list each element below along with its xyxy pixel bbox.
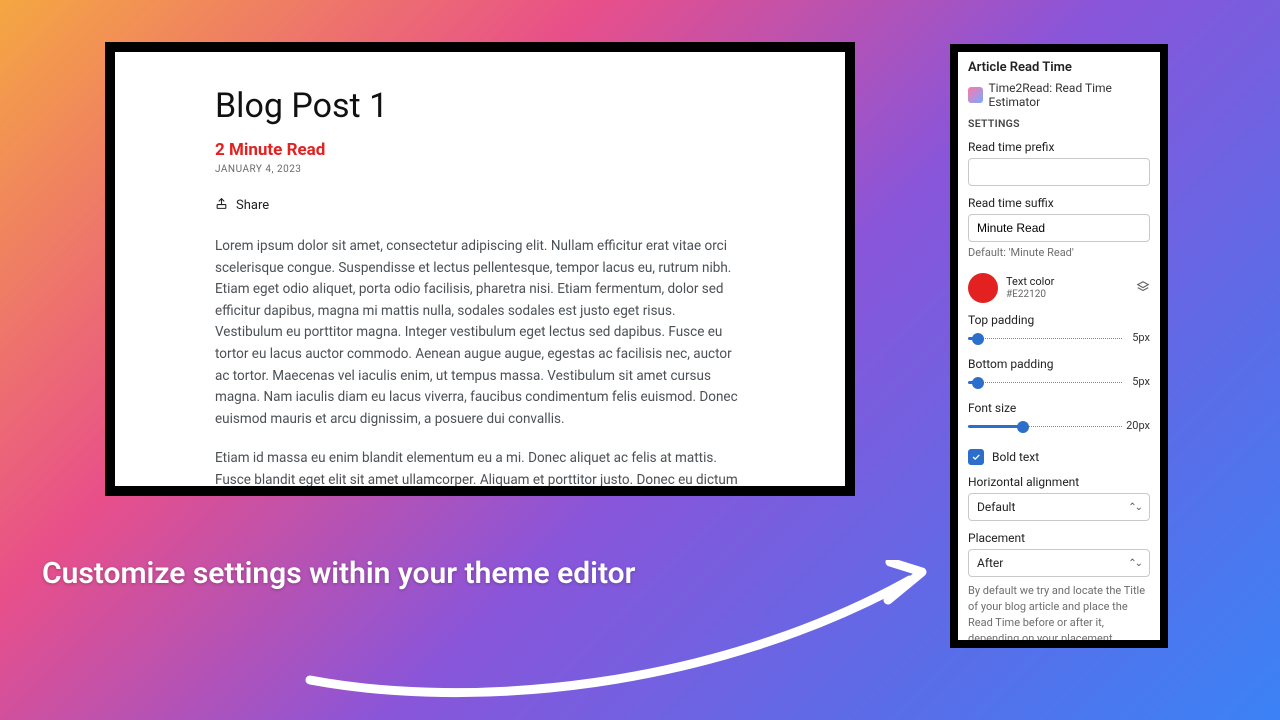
halign-select[interactable]: Default ⌃⌄	[968, 493, 1150, 521]
share-button[interactable]: Share	[215, 197, 745, 214]
halign-value: Default	[977, 500, 1015, 514]
marketing-caption: Customize settings within your theme edi…	[42, 556, 635, 591]
post-date: JANUARY 4, 2023	[215, 164, 745, 175]
blog-title: Blog Post 1	[215, 86, 745, 126]
app-identifier[interactable]: Time2Read: Read Time Estimator	[968, 81, 1150, 109]
top-padding-value: 5px	[1132, 331, 1150, 344]
bottom-padding-value: 5px	[1132, 375, 1150, 388]
placement-select[interactable]: After ⌃⌄	[968, 549, 1150, 577]
prefix-label: Read time prefix	[968, 140, 1150, 154]
share-label: Share	[236, 198, 269, 213]
paragraph: Lorem ipsum dolor sit amet, consectetur …	[215, 236, 745, 430]
halign-label: Horizontal alignment	[968, 475, 1150, 489]
bold-checkbox-row[interactable]: Bold text	[968, 449, 1150, 465]
placement-value: After	[977, 556, 1003, 570]
bottom-padding-slider[interactable]: 5px	[968, 375, 1150, 391]
color-label: Text color	[1006, 275, 1128, 288]
app-name: Time2Read: Read Time Estimator	[989, 81, 1150, 109]
color-swatch[interactable]	[968, 273, 998, 303]
prefix-input[interactable]	[968, 158, 1150, 186]
bottom-padding-label: Bottom padding	[968, 357, 1150, 371]
suffix-hint: Default: 'Minute Read'	[968, 246, 1150, 259]
placement-label: Placement	[968, 531, 1150, 545]
suffix-label: Read time suffix	[968, 196, 1150, 210]
section-heading: SETTINGS	[968, 117, 1150, 130]
blog-body: Lorem ipsum dolor sit amet, consectetur …	[215, 236, 745, 496]
placement-help: By default we try and locate the Title o…	[968, 583, 1150, 648]
chevron-updown-icon: ⌃⌄	[1128, 502, 1141, 513]
font-size-label: Font size	[968, 401, 1150, 415]
font-size-value: 20px	[1126, 419, 1150, 432]
layers-icon[interactable]	[1136, 280, 1150, 297]
bold-checkbox[interactable]	[968, 449, 984, 465]
bold-label: Bold text	[992, 450, 1039, 464]
settings-panel: Article Read Time Time2Read: Read Time E…	[950, 44, 1168, 648]
share-icon	[215, 197, 228, 214]
color-picker-row[interactable]: Text color #E22120	[968, 273, 1150, 303]
paragraph: Etiam id massa eu enim blandit elementum…	[215, 448, 745, 496]
color-value: #E22120	[1006, 289, 1128, 301]
panel-title: Article Read Time	[968, 60, 1150, 75]
chevron-updown-icon: ⌃⌄	[1128, 558, 1141, 569]
top-padding-slider[interactable]: 5px	[968, 331, 1150, 347]
top-padding-label: Top padding	[968, 313, 1150, 327]
blog-preview-window: Blog Post 1 2 Minute Read JANUARY 4, 202…	[105, 42, 855, 496]
app-icon	[968, 87, 983, 103]
read-time-label: 2 Minute Read	[215, 140, 745, 160]
blog-content: Blog Post 1 2 Minute Read JANUARY 4, 202…	[115, 52, 845, 496]
color-info: Text color #E22120	[1006, 275, 1128, 300]
suffix-input[interactable]	[968, 214, 1150, 242]
font-size-slider[interactable]: 20px	[968, 419, 1150, 435]
